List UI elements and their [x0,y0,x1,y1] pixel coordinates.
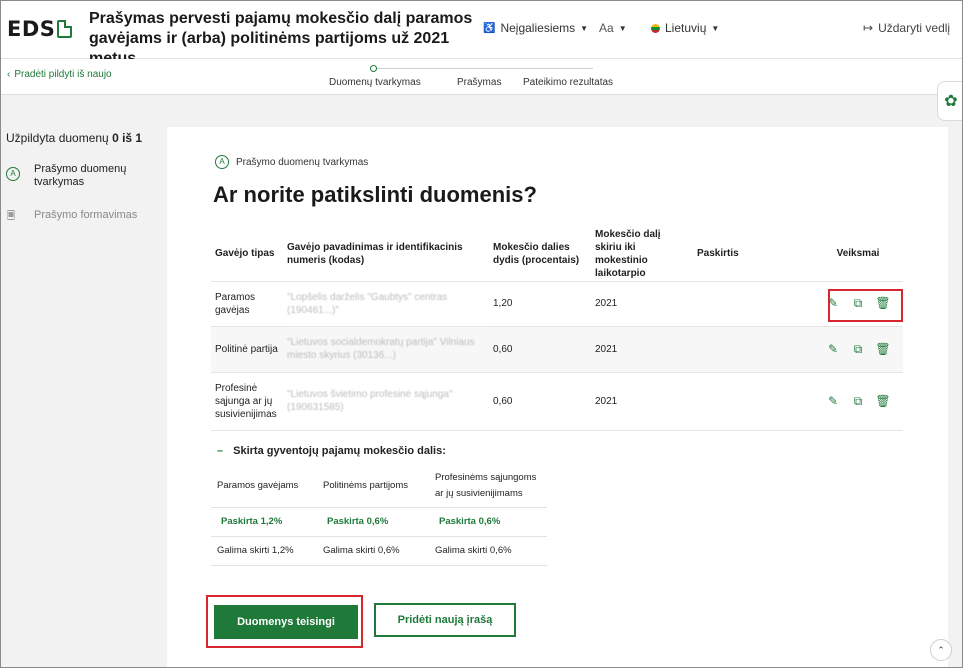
collapse-icon: – [217,445,224,457]
summary-col-unions: Profesinėms sąjungoms ar jų susivienijim… [435,471,537,499]
breadcrumb-label: Prašymo duomenų tvarkymas [236,156,369,168]
step-a-badge: A [6,167,20,181]
cell-percent: 1,20 [489,280,591,326]
page-frame: EDS Prašymas pervesti pajamų mokesčio da… [0,0,963,668]
chevron-up-icon: ⌃ [937,644,945,655]
summary-available-value: Galima skirti 0,6% [317,535,429,566]
help-icon: ✿ [944,93,958,110]
help-tab[interactable]: ✿ [937,81,962,121]
close-wizard-button[interactable]: ↦ Uždaryti vedlį [863,21,950,35]
summary-header[interactable]: – Skirta gyventojų pajamų mokesčio dalis… [217,445,446,457]
accessibility-menu[interactable]: ♿ Neįgaliesiems ▼ [483,21,588,35]
cell-percent: 0,60 [489,325,591,372]
summary-col-parties: Politinėms partijoms [323,479,408,491]
eds-logo[interactable]: EDS [7,17,73,41]
logo-text: EDS [7,17,56,41]
accessibility-label: Neįgaliesiems [500,21,576,35]
highlight-box [828,289,903,322]
col-header-period: Mokesčio dalį skiriu iki mokestinio laik… [595,228,661,279]
chevron-down-icon: ▼ [711,23,720,33]
sidebar-item-label: Prašymo formavimas [34,209,138,221]
language-label: Lietuvių [665,21,707,35]
edit-icon[interactable]: ✎ [826,394,840,408]
summary-table: Paramos gavėjams Politinėms partijoms Pr… [211,465,547,566]
cell-purpose [693,325,813,372]
cell-period: 2021 [591,280,693,326]
language-menu[interactable]: Lietuvių ▼ [651,21,719,35]
stepper-line [373,68,593,69]
restart-label: Pradėti pildyti iš naujo [14,69,112,80]
breadcrumb: A Prašymo duomenų tvarkymas [215,155,368,169]
cell-period: 2021 [591,325,693,372]
wizard-stepper: Duomenų tvarkymas Prašymas Pateikimo rez… [301,62,641,92]
filled-prefix: Užpildyta duomenų [6,131,109,145]
filled-progress: Užpildyta duomenų 0 iš 1 [6,131,142,145]
chevron-down-icon: ▼ [580,23,589,33]
cell-name: "Lietuvos socialdemokratų partija" Vilni… [283,325,489,372]
cell-purpose [693,371,813,431]
exit-icon: ↦ [863,21,874,35]
delete-icon[interactable]: 🗑 [875,342,890,356]
chevron-down-icon: ▼ [618,23,627,33]
restart-link[interactable]: ‹ Pradėti pildyti iš naujo [7,69,112,80]
summary-available-row: Galima skirti 1,2% Galima skirti 0,6% Ga… [211,535,547,566]
cell-purpose [693,280,813,326]
step-2-label: Prašymas [457,77,502,88]
summary-assigned-row: Paskirta 1,2% Paskirta 0,6% Paskirta 0,6… [211,506,547,536]
close-wizard-label: Uždaryti vedlį [878,21,951,35]
copy-icon[interactable]: ⧉ [851,394,865,408]
cell-name: "Lietuvos švietimo profesinė sąjunga" (1… [283,371,489,431]
summary-header-row: Paramos gavėjams Politinėms partijoms Pr… [211,465,547,507]
main-card: A Prašymo duomenų tvarkymas Ar norite pa… [167,127,948,667]
cell-type: Paramos gavėjas [211,280,283,326]
summary-assigned-value: Paskirta 0,6% [317,506,429,536]
sidebar-item-label: Prašymo duomenų tvarkymas [34,163,127,188]
document-icon: 🗏 [7,211,16,222]
summary-assigned-value: Paskirta 1,2% [211,506,317,536]
edit-icon[interactable]: ✎ [826,342,840,356]
col-header-type: Gavėjo tipas [215,248,275,260]
scroll-to-top-button[interactable]: ⌃ [930,639,952,661]
summary-available-value: Galima skirti 0,6% [429,535,547,566]
cell-type: Politinė partija [211,325,283,372]
step-dot-active [370,65,377,72]
step-a-badge: A [215,155,229,169]
cell-actions: ✎ ⧉ 🗑 [813,325,903,372]
cell-period: 2021 [591,371,693,431]
summary-assigned-value: Paskirta 0,6% [429,506,547,536]
page-heading: Ar norite patikslinti duomenis? [213,182,537,207]
font-size-menu[interactable]: Aa ▼ [599,21,627,35]
cell-actions: ✎ ⧉ 🗑 [813,371,903,431]
font-size-label: Aa [599,21,614,35]
recipients-table: Gavėjo tipas Gavėjo pavadinimas ir ident… [211,227,903,431]
table-row: Profesinė sąjunga ar jų susivienijimas "… [211,371,903,431]
lithuania-flag-icon [651,23,660,33]
summary-available-value: Galima skirti 1,2% [211,535,317,566]
cell-type: Profesinė sąjunga ar jų susivienijimas [211,371,283,431]
col-header-name: Gavėjo pavadinimas ir identifikacinis nu… [287,241,463,266]
summary-col-support: Paramos gavėjams [217,479,299,491]
col-header-purpose: Paskirtis [697,248,739,260]
add-new-entry-button[interactable]: Pridėti naują įrašą [374,603,516,637]
accessibility-icon: ♿ [483,22,496,34]
copy-icon[interactable]: ⧉ [851,342,865,356]
wizard-subbar: ‹ Pradėti pildyti iš naujo Duomenų tvark… [1,59,962,95]
document-icon [57,20,73,38]
step-3-label: Pateikimo rezultatas [523,77,614,88]
col-header-actions: Veiksmai [836,248,880,260]
step-1-label: Duomenų tvarkymas [329,77,421,88]
table-row: Politinė partija "Lietuvos socialdemokra… [211,325,903,372]
cell-name: "Lopšelis darželis "Gaubtys" centras (19… [283,280,489,326]
filled-count: 0 iš 1 [112,131,143,145]
summary-title: Skirta gyventojų pajamų mokesčio dalis: [233,445,446,457]
top-header: EDS Prašymas pervesti pajamų mokesčio da… [1,1,962,67]
highlight-box [206,595,363,648]
chevron-left-icon: ‹ [7,69,11,80]
delete-icon[interactable]: 🗑 [875,394,890,408]
col-header-percent: Mokesčio dalies dydis (procentais) [493,241,580,266]
table-header-row: Gavėjo tipas Gavėjo pavadinimas ir ident… [211,227,903,281]
cell-percent: 0,60 [489,371,591,431]
table-row: Paramos gavėjas "Lopšelis darželis "Gaub… [211,280,903,326]
